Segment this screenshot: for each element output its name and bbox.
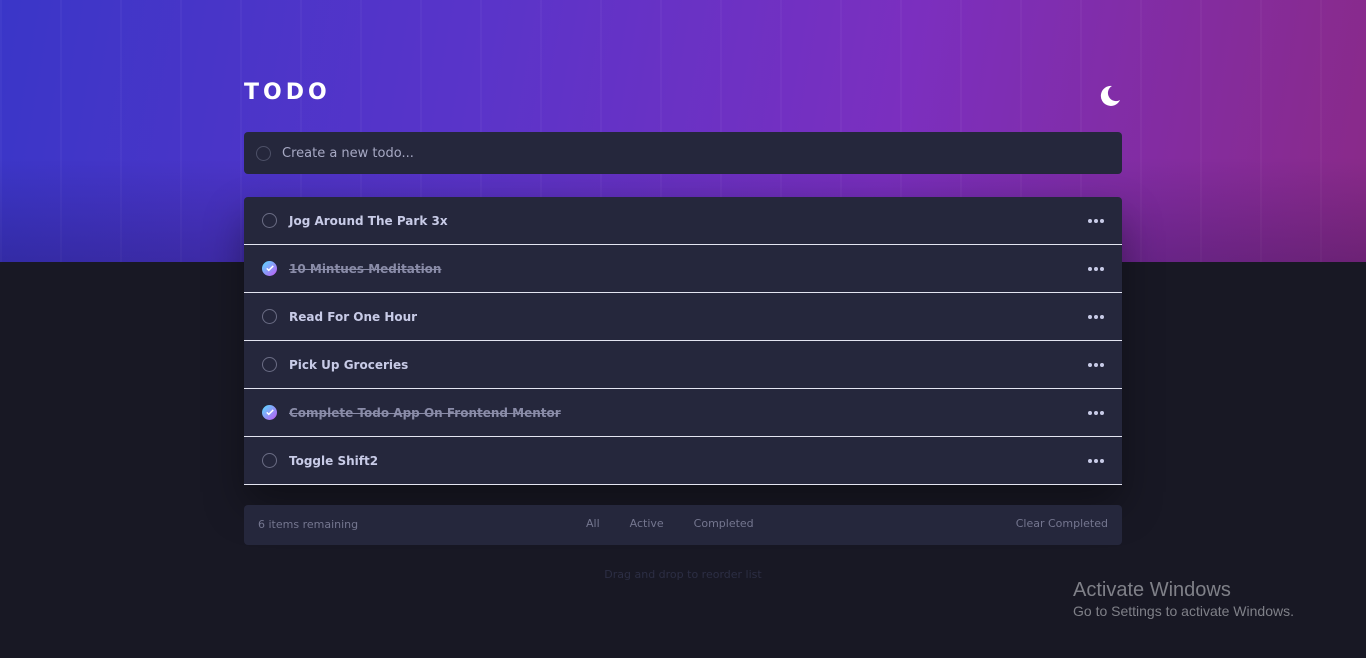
more-options-icon[interactable] bbox=[1088, 266, 1104, 272]
new-todo-bar bbox=[244, 131, 1122, 175]
todo-text: Read For One Hour bbox=[289, 309, 418, 324]
items-remaining: 6 items remaining bbox=[258, 518, 359, 531]
todo-text: Pick Up Groceries bbox=[289, 357, 409, 372]
new-todo-circle-icon bbox=[256, 145, 271, 161]
new-todo-input[interactable] bbox=[280, 131, 1122, 175]
todo-checkbox[interactable] bbox=[262, 453, 277, 468]
watermark-title: Activate Windows bbox=[1073, 579, 1231, 601]
todo-item[interactable]: Pick Up Groceries bbox=[244, 341, 1122, 389]
todo-checkbox-checked[interactable] bbox=[262, 261, 277, 276]
filter-completed[interactable]: Completed bbox=[694, 517, 754, 530]
todo-footer: 6 items remaining All Active Completed C… bbox=[244, 505, 1122, 545]
windows-activation-watermark: Activate Windows Go to Settings to activ… bbox=[1073, 579, 1294, 619]
filter-active[interactable]: Active bbox=[630, 517, 664, 530]
more-options-icon[interactable] bbox=[1088, 410, 1104, 416]
check-icon bbox=[265, 409, 274, 416]
todo-checkbox[interactable] bbox=[262, 213, 277, 228]
todo-checkbox-checked[interactable] bbox=[262, 405, 277, 420]
todo-item[interactable]: Read For One Hour bbox=[244, 293, 1122, 341]
more-options-icon[interactable] bbox=[1088, 458, 1104, 464]
filter-all[interactable]: All bbox=[586, 517, 600, 530]
todo-checkbox[interactable] bbox=[262, 309, 277, 324]
reorder-hint: Drag and drop to reorder list bbox=[604, 568, 762, 581]
todo-text: 10 Mintues Meditation bbox=[289, 261, 442, 276]
more-options-icon[interactable] bbox=[1088, 362, 1104, 368]
todo-text: Complete Todo App On Frontend Mentor bbox=[289, 405, 561, 420]
todo-checkbox[interactable] bbox=[262, 357, 277, 372]
todo-text: Jog Around The Park 3x bbox=[289, 213, 448, 228]
todo-list: Jog Around The Park 3x 10 Mintues Medita… bbox=[244, 197, 1122, 485]
moon-icon[interactable] bbox=[1098, 84, 1122, 108]
more-options-icon[interactable] bbox=[1088, 218, 1104, 224]
app-title: TODO bbox=[244, 80, 331, 105]
filter-group: All Active Completed bbox=[586, 517, 784, 530]
watermark-subtitle: Go to Settings to activate Windows. bbox=[1073, 603, 1294, 619]
more-options-icon[interactable] bbox=[1088, 314, 1104, 320]
todo-item[interactable]: Toggle Shift2 bbox=[244, 437, 1122, 485]
todo-text: Toggle Shift2 bbox=[289, 453, 379, 468]
todo-item[interactable]: Jog Around The Park 3x bbox=[244, 197, 1122, 245]
check-icon bbox=[265, 265, 274, 272]
todo-item[interactable]: 10 Mintues Meditation bbox=[244, 245, 1122, 293]
todo-item[interactable]: Complete Todo App On Frontend Mentor bbox=[244, 389, 1122, 437]
clear-completed-button[interactable]: Clear Completed bbox=[1016, 517, 1108, 530]
